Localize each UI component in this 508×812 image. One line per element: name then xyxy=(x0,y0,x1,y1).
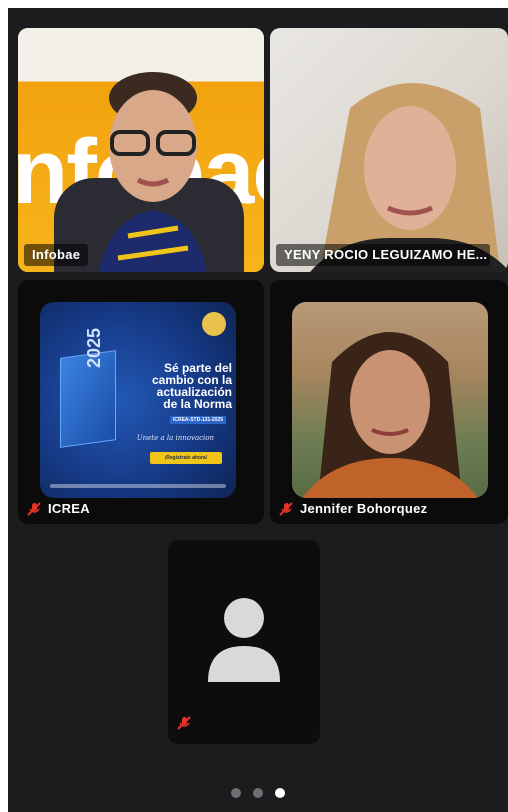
participant-name: Infobae xyxy=(32,247,81,262)
participant-name: ICREA xyxy=(48,501,90,516)
person-placeholder-icon xyxy=(208,598,280,682)
poster-footer xyxy=(50,484,226,488)
page-dot-1[interactable] xyxy=(231,788,241,798)
participant-tile-yeny[interactable]: YENY ROCIO LEGUIZAMO HE... xyxy=(270,28,508,272)
participant-tile-infobae[interactable]: nfobae Infobae xyxy=(18,28,264,272)
participant-name-tag: ICREA xyxy=(20,498,96,520)
poster-register-button: ¡Regístrate ahora! xyxy=(150,452,222,464)
participant-status xyxy=(176,715,192,736)
participant-video xyxy=(99,72,207,272)
shared-poster: 2025 Sé parte del cambio con la actualiz… xyxy=(40,302,236,498)
page-dot-3-active[interactable] xyxy=(275,788,285,798)
participant-tile-camera-off[interactable] xyxy=(168,540,320,744)
participant-tile-icrea[interactable]: 2025 Sé parte del cambio con la actualiz… xyxy=(18,280,264,524)
participant-tile-jennifer[interactable]: Jennifer Bohorquez xyxy=(270,280,508,524)
participant-name-tag: Jennifer Bohorquez xyxy=(272,498,433,520)
page-indicator[interactable] xyxy=(8,788,508,798)
poster-signature: Unete a la innovacion xyxy=(136,434,214,442)
mic-muted-icon xyxy=(27,502,41,516)
headline-line: de la Norma xyxy=(163,397,232,411)
participant-portrait xyxy=(302,332,478,498)
poster-year: 2025 xyxy=(84,327,104,368)
participant-video xyxy=(310,83,508,272)
participant-name: YENY ROCIO LEGUIZAMO HE... xyxy=(284,247,488,262)
mic-muted-icon xyxy=(177,716,191,730)
participant-name-tag: YENY ROCIO LEGUIZAMO HE... xyxy=(276,244,490,266)
participant-video xyxy=(292,302,488,498)
meeting-gallery: nfobae Infobae YENY ROCIO LEGUIZAMO HE..… xyxy=(8,8,508,812)
poster-headline: Sé parte del cambio con la actualización… xyxy=(144,362,232,410)
participant-name: Jennifer Bohorquez xyxy=(300,501,428,516)
page-dot-2[interactable] xyxy=(253,788,263,798)
mic-muted-icon xyxy=(279,502,293,516)
icrea-logo-icon xyxy=(202,312,226,336)
participant-name-tag: Infobae xyxy=(24,244,89,266)
poster-code: ICREA-STD-131-2025 xyxy=(169,416,226,424)
